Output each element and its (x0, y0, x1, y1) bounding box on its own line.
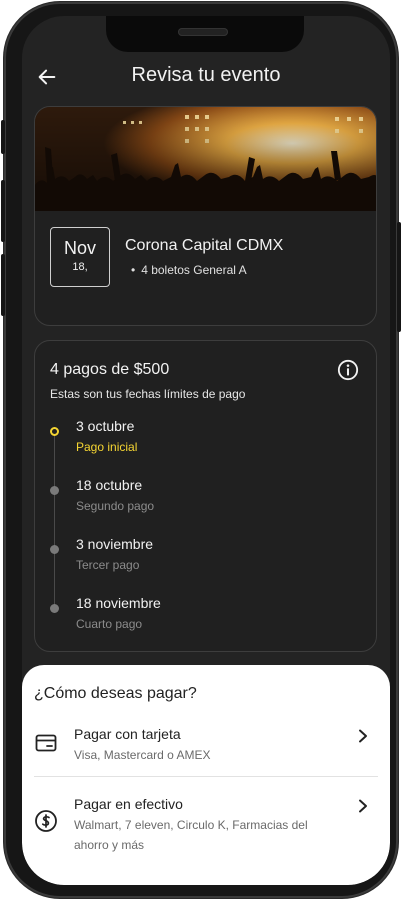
event-tickets-text: 4 boletos General A (141, 263, 247, 277)
timeline-dot (50, 545, 59, 554)
step-date: 18 noviembre (76, 595, 161, 611)
event-date-day: 18, (72, 261, 88, 273)
header: Revisa tu evento (22, 60, 390, 94)
volume-down-button (1, 254, 5, 316)
notch (106, 16, 304, 52)
concert-crowd-image (35, 107, 376, 211)
screen: Revisa tu evento Nov 18, Corona Capital … (22, 16, 390, 885)
cash-icon (35, 810, 57, 832)
step-label: Pago inicial (76, 440, 138, 454)
payment-method-sheet: ¿Cómo deseas pagar? Pagar con tarjeta Vi… (22, 665, 390, 885)
option-subtitle: Visa, Mastercard o AMEX (74, 748, 211, 762)
step-label: Segundo pago (76, 499, 155, 513)
event-card: Nov 18, Corona Capital CDMX • 4 boletos G… (34, 106, 377, 326)
event-tickets: • 4 boletos General A (131, 263, 247, 277)
divider (34, 776, 378, 777)
chevron-right-icon (359, 729, 367, 743)
step-label: Tercer pago (76, 558, 140, 572)
chevron-right-icon (359, 799, 367, 813)
power-button (397, 222, 401, 332)
timeline-dot (50, 604, 59, 613)
step-label: Cuarto pago (76, 617, 143, 631)
speaker (178, 28, 228, 36)
timeline-dot-active (50, 427, 59, 436)
step-date: 3 octubre (76, 418, 135, 434)
timeline-step-1: 3 octubre Pago inicial (35, 417, 378, 467)
volume-up-button (1, 180, 5, 242)
option-title: Pagar en efectivo (74, 796, 183, 812)
sheet-title: ¿Cómo deseas pagar? (34, 685, 197, 702)
event-date-box: Nov 18, (50, 227, 110, 287)
timeline-dot (50, 486, 59, 495)
page-title: Revisa tu evento (131, 64, 281, 86)
event-date-month: Nov (63, 238, 96, 258)
side-button (1, 120, 5, 154)
timeline-step-3: 3 noviembre Tercer pago (35, 535, 378, 585)
phone-frame: Revisa tu evento Nov 18, Corona Capital … (1, 2, 401, 898)
pay-with-card-option[interactable]: Pagar con tarjeta Visa, Mastercard o AME… (22, 725, 390, 775)
timeline-step-2: 18 octubre Segundo pago (35, 476, 378, 526)
option-subtitle: Walmart, 7 eleven, Circulo K, Farmacias … (74, 818, 308, 852)
plan-subtitle: Estas son tus fechas límites de pago (50, 387, 246, 401)
step-date: 3 noviembre (76, 536, 154, 552)
credit-card-icon (35, 734, 57, 752)
payment-plan-card: 4 pagos de $500 Estas son tus fechas lím… (34, 340, 377, 652)
info-icon[interactable] (337, 359, 359, 381)
event-name: Corona Capital CDMX (125, 237, 284, 254)
pay-with-cash-option[interactable]: Pagar en efectivo Walmart, 7 eleven, Cir… (22, 795, 390, 855)
option-title: Pagar con tarjeta (74, 726, 181, 742)
step-date: 18 octubre (76, 477, 143, 493)
plan-title: 4 pagos de $500 (50, 361, 170, 378)
timeline-step-4: 18 noviembre Cuarto pago (35, 594, 378, 644)
